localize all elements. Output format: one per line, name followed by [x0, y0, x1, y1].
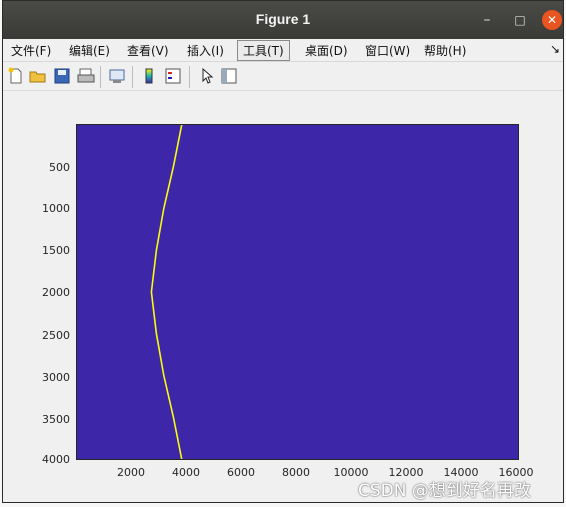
toolbar — [3, 62, 563, 91]
ytick-label: 500 — [49, 161, 70, 174]
close-icon[interactable]: ✕ — [542, 10, 562, 30]
maximize-icon[interactable]: □ — [510, 10, 530, 30]
save-icon[interactable] — [53, 67, 71, 85]
toolbar-separator — [189, 66, 190, 88]
property-inspector-icon[interactable] — [220, 67, 238, 85]
open-file-icon[interactable] — [29, 67, 47, 85]
edit-plot-icon[interactable] — [198, 67, 216, 85]
menu-tools[interactable]: 工具(T) — [237, 40, 290, 61]
menu-insert[interactable]: 插入(I) — [185, 42, 226, 59]
ytick-label: 3000 — [42, 371, 70, 384]
new-figure-icon[interactable] — [7, 67, 25, 85]
xtick-label: 2000 — [117, 466, 145, 479]
watermark: CSDN @想到好名再改 — [358, 481, 531, 501]
figure-canvas: 500 1000 1500 2000 2500 3000 3500 4000 2… — [3, 91, 563, 502]
curve-trace — [150, 124, 183, 460]
colorbar-icon[interactable] — [140, 67, 158, 85]
figure-window: Figure 1 – □ ✕ 文件(F) 编辑(E) 查看(V) 插入(I) 工… — [2, 0, 564, 503]
menu-desktop[interactable]: 桌面(D) — [303, 42, 350, 59]
print-icon[interactable] — [77, 67, 95, 85]
toolbar-separator — [132, 66, 133, 88]
legend-icon[interactable] — [164, 67, 182, 85]
xtick-label: 8000 — [282, 466, 310, 479]
menu-bar: 文件(F) 编辑(E) 查看(V) 插入(I) 工具(T) 桌面(D) 窗口(W… — [3, 39, 563, 62]
ytick-label: 3500 — [42, 413, 70, 426]
ytick-label: 1500 — [42, 244, 70, 257]
minimize-icon[interactable]: – — [477, 10, 497, 30]
xtick-label: 6000 — [227, 466, 255, 479]
menu-file[interactable]: 文件(F) — [9, 42, 53, 59]
ytick-label: 1000 — [42, 202, 70, 215]
ytick-label: 2000 — [42, 286, 70, 299]
ytick-label: 2500 — [42, 329, 70, 342]
menu-edit[interactable]: 编辑(E) — [67, 42, 112, 59]
plot-axes[interactable] — [76, 124, 519, 460]
menu-view[interactable]: 查看(V) — [125, 42, 171, 59]
menu-overflow-icon[interactable]: ↘ — [550, 42, 560, 56]
title-bar[interactable]: Figure 1 – □ ✕ — [3, 1, 563, 39]
menu-help[interactable]: 帮助(H) — [422, 42, 468, 59]
heatmap-image — [150, 124, 183, 460]
ytick-label: 4000 — [42, 453, 70, 466]
toolbar-separator — [100, 66, 101, 88]
menu-window[interactable]: 窗口(W) — [363, 42, 412, 59]
link-plot-icon[interactable] — [108, 67, 126, 85]
xtick-label: 4000 — [172, 466, 200, 479]
